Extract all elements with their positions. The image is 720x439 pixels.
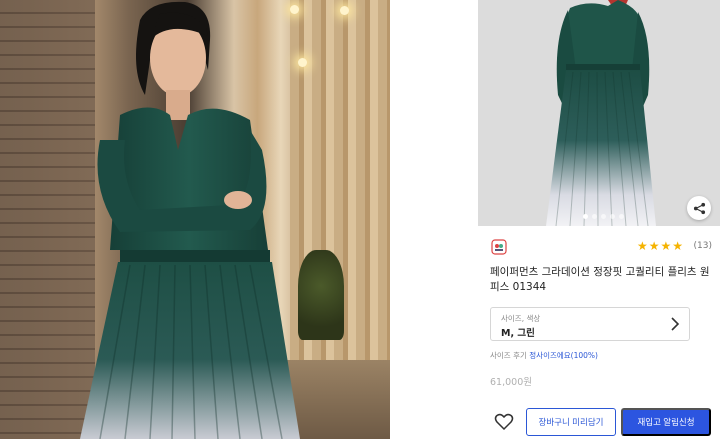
share-button[interactable] [687, 196, 711, 220]
product-title: 페이퍼먼츠 그라데이션 정장핏 고퀄리티 플리츠 원피스 01344 [490, 266, 710, 293]
pagination-dot[interactable] [592, 214, 597, 219]
rating-stars: ★★★★ [636, 239, 684, 253]
option-value: M, 그린 [501, 328, 535, 339]
pagination-dot[interactable] [601, 214, 606, 219]
option-selector[interactable]: 사이즈, 색상 M, 그린 [490, 307, 690, 341]
drama-scene-photo [0, 0, 390, 439]
review-count[interactable]: (13) [694, 241, 712, 251]
share-icon [693, 202, 705, 214]
product-image[interactable] [478, 0, 720, 226]
size-review-label: 사이즈 후기 [490, 351, 527, 360]
product-panel: ★★★★ (13) 페이퍼먼츠 그라데이션 정장핏 고퀄리티 플리츠 원피스 0… [478, 0, 720, 439]
image-pagination [583, 214, 624, 219]
size-review: 사이즈 후기 정사이즈에요(100%) [490, 350, 598, 361]
pagination-dot[interactable] [619, 214, 624, 219]
dress-product-photo [478, 0, 720, 226]
pagination-dot[interactable] [610, 214, 615, 219]
pagination-dot[interactable] [583, 214, 588, 219]
size-review-value[interactable]: 정사이즈에요(100%) [529, 351, 598, 360]
woman-in-green-dress [80, 1, 300, 439]
product-meta-row: ★★★★ (13) [490, 238, 712, 256]
restock-alert-button[interactable]: 재입고 알림신청 [621, 408, 711, 436]
heart-icon[interactable] [494, 412, 514, 432]
brand-logo-icon[interactable] [490, 238, 508, 256]
add-to-cart-button[interactable]: 장바구니 미리담기 [526, 408, 616, 436]
chevron-right-icon [671, 317, 680, 331]
product-price: 61,000원 [490, 377, 532, 388]
option-label: 사이즈, 색상 [501, 314, 541, 323]
